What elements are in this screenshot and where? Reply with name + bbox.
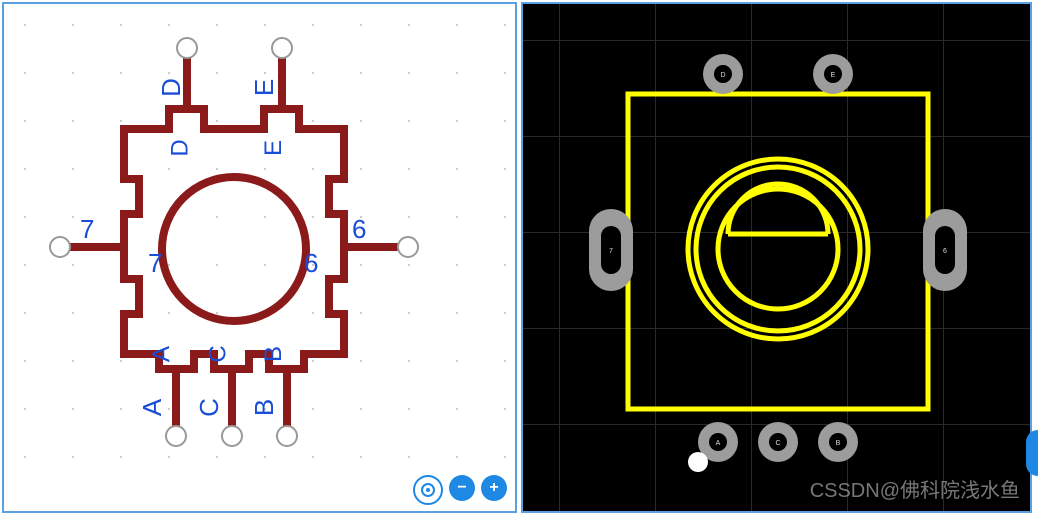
pad-label-E: E bbox=[831, 72, 836, 79]
pin-label-A: A bbox=[137, 399, 168, 416]
pin-label-D: D bbox=[156, 78, 187, 97]
pad-label-C: C bbox=[775, 440, 780, 447]
schematic-pane[interactable]: /* rendered below via JS */ bbox=[2, 2, 517, 513]
pin-label-E: E bbox=[249, 79, 280, 96]
recenter-button[interactable] bbox=[413, 475, 443, 505]
watermark: CSSDN@佛科院浅水鱼 bbox=[810, 474, 1020, 503]
inner-label-D: D bbox=[167, 139, 195, 156]
footprint-drawing: D E 7 6 A C B bbox=[523, 4, 1030, 511]
origin-marker bbox=[688, 452, 708, 472]
pad-label-A: A bbox=[716, 440, 721, 447]
minus-icon: − bbox=[457, 479, 466, 497]
footprint-pane[interactable]: D E 7 6 A C B CSSDN@佛科院浅水鱼 bbox=[521, 2, 1032, 513]
zoom-in-button[interactable]: + bbox=[481, 475, 507, 501]
target-icon bbox=[421, 483, 435, 497]
inner-label-7: 7 bbox=[148, 248, 162, 279]
pin-label-6: 6 bbox=[352, 214, 366, 245]
pin-label-7: 7 bbox=[80, 214, 94, 245]
zoom-out-button[interactable]: − bbox=[449, 475, 475, 501]
view-controls: − + bbox=[413, 475, 507, 505]
pad-label-B: B bbox=[836, 440, 841, 447]
inner-label-6: 6 bbox=[304, 248, 318, 279]
pad-label-7: 7 bbox=[609, 248, 613, 255]
side-handle[interactable] bbox=[1026, 430, 1038, 476]
plus-icon: + bbox=[489, 479, 498, 497]
pad-label-6: 6 bbox=[943, 248, 947, 255]
pin-label-C: C bbox=[194, 398, 225, 417]
pin-label-B: B bbox=[249, 399, 280, 416]
inner-label-C: C bbox=[205, 345, 233, 362]
inner-label-B: B bbox=[260, 346, 288, 362]
pad-label-D: D bbox=[720, 72, 725, 79]
inner-label-E: E bbox=[260, 140, 288, 156]
inner-label-A: A bbox=[148, 346, 176, 362]
